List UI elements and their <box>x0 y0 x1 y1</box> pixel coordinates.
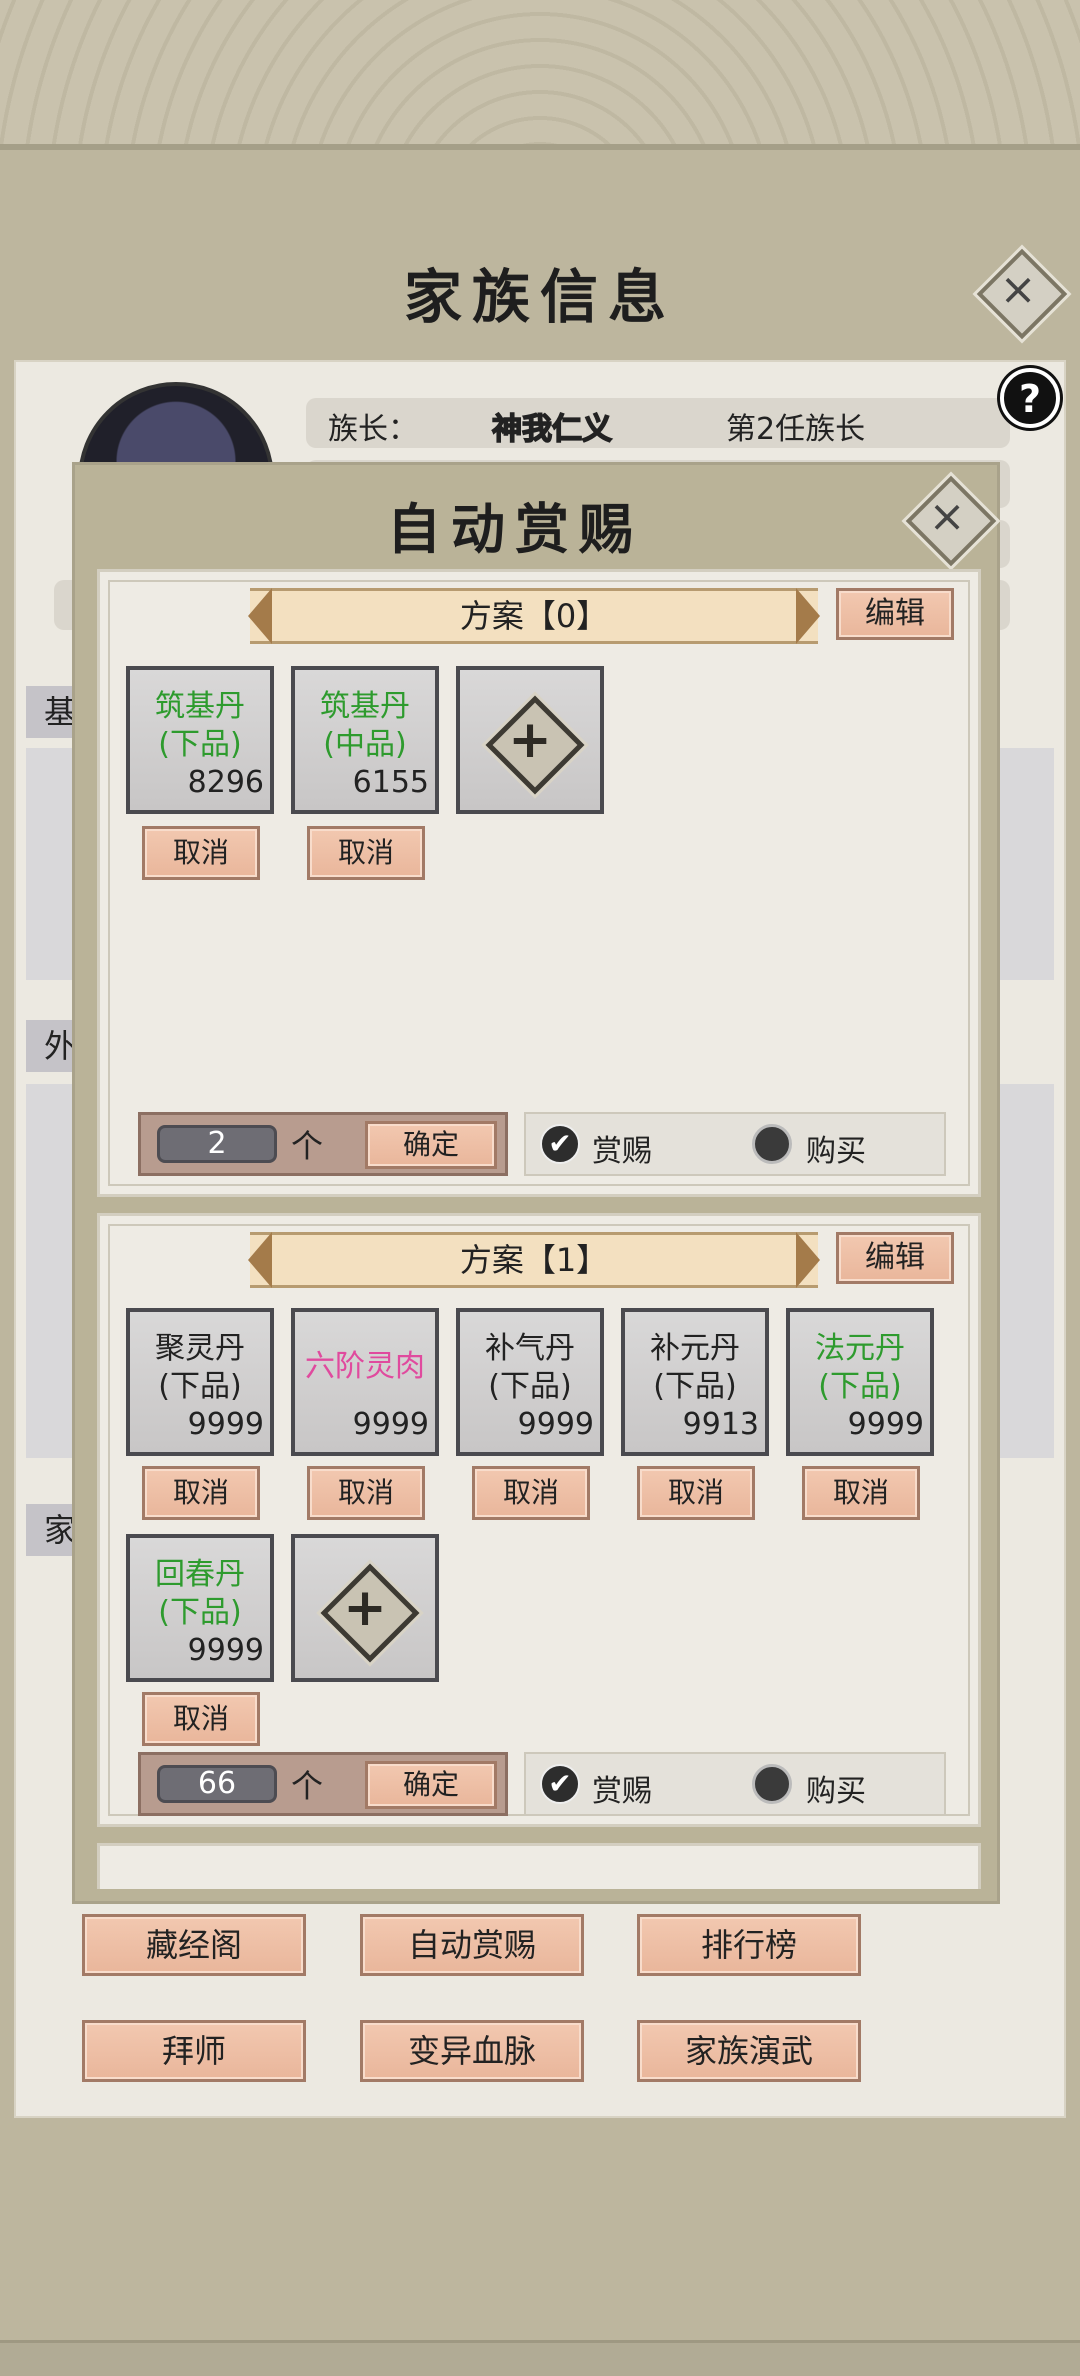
arrow-left-icon <box>248 1232 272 1288</box>
item-name: 筑基丹 (下品) <box>155 689 245 762</box>
item-slot[interactable]: 法元丹 (下品) 9999 <box>786 1308 934 1456</box>
cancel-button[interactable]: 取消 <box>637 1466 755 1520</box>
item-count: 9999 <box>187 1407 264 1442</box>
item-name: 法元丹 (下品) <box>815 1331 905 1404</box>
leader-name: 神我仁义 <box>491 411 613 448</box>
buy-label: 购买 <box>806 1134 866 1169</box>
plus-icon: + <box>343 1578 387 1638</box>
item-count: 9913 <box>682 1407 759 1442</box>
scheme-0-banner: 方案【0】 <box>248 588 820 644</box>
cancel-button[interactable]: 取消 <box>142 1466 260 1520</box>
quantity-unit: 个 <box>291 1127 324 1165</box>
scheme-1-banner: 方案【1】 <box>248 1232 820 1288</box>
quantity-input[interactable]: 66 <box>157 1765 277 1803</box>
scheme-1-edit-button[interactable]: 编辑 <box>836 1232 954 1284</box>
leader-row: 族长： 神我仁义 第2任族长 <box>306 398 1010 448</box>
bloodline-button[interactable]: 变异血脉 <box>360 2020 584 2082</box>
add-item-button[interactable]: + <box>291 1534 439 1682</box>
scheme-card-1: 方案【1】 编辑 聚灵丹 (下品) 9999 取消 六阶灵肉 9999 取消 补气… <box>97 1213 981 1827</box>
leader-label: 族长： <box>328 412 418 447</box>
item-count: 6155 <box>352 765 429 800</box>
item-slot[interactable]: 回春丹 (下品) 9999 <box>126 1534 274 1682</box>
reward-label: 赏赐 <box>592 1774 652 1809</box>
arrow-right-icon <box>796 588 820 644</box>
close-icon: × <box>928 491 966 542</box>
item-name: 六阶灵肉 <box>305 1349 425 1384</box>
confirm-button[interactable]: 确定 <box>365 1761 497 1809</box>
auto-reward-button[interactable]: 自动赏赐 <box>360 1914 584 1976</box>
quantity-bar: 66 个 确定 <box>138 1752 508 1816</box>
item-name: 补气丹 (下品) <box>485 1331 575 1404</box>
apprentice-button[interactable]: 拜师 <box>82 2020 306 2082</box>
item-slot[interactable]: 六阶灵肉 9999 <box>291 1308 439 1456</box>
item-slot[interactable]: 聚灵丹 (下品) 9999 <box>126 1308 274 1456</box>
cancel-button[interactable]: 取消 <box>142 1692 260 1746</box>
ranking-button[interactable]: 排行榜 <box>637 1914 861 1976</box>
martial-drill-button[interactable]: 家族演武 <box>637 2020 861 2082</box>
reward-label: 赏赐 <box>592 1134 652 1169</box>
item-slot[interactable]: 筑基丹 (中品) 6155 <box>291 666 439 814</box>
reward-checkbox[interactable]: ✔ <box>540 1764 580 1804</box>
add-item-button[interactable]: + <box>456 666 604 814</box>
mode-bar: ✔ 赏赐 购买 <box>524 1112 946 1176</box>
leader-term: 第2任族长 <box>726 412 866 447</box>
scheme-card-0: 方案【0】 编辑 筑基丹 (下品) 8296 取消 筑基丹 (中品) 6155 取消… <box>97 569 981 1197</box>
help-button[interactable]: ? <box>1000 368 1060 428</box>
item-count: 8296 <box>187 765 264 800</box>
item-slot[interactable]: 筑基丹 (下品) 8296 <box>126 666 274 814</box>
scheme-0-edit-button[interactable]: 编辑 <box>836 588 954 640</box>
arrow-left-icon <box>248 588 272 644</box>
close-icon: × <box>999 264 1037 315</box>
top-decor-band <box>0 0 1080 150</box>
library-button[interactable]: 藏经阁 <box>82 1914 306 1976</box>
item-name: 筑基丹 (中品) <box>320 689 410 762</box>
item-slot[interactable]: 补气丹 (下品) 9999 <box>456 1308 604 1456</box>
item-name: 回春丹 (下品) <box>155 1557 245 1630</box>
cancel-button[interactable]: 取消 <box>472 1466 590 1520</box>
modal-title: 自动赏赐 <box>387 497 643 561</box>
reward-checkbox[interactable]: ✔ <box>540 1124 580 1164</box>
scheme-card-2 <box>97 1843 981 1889</box>
auto-reward-modal: 自动赏赐 × 方案【0】 编辑 筑基丹 (下品) 8296 取消 筑基丹 (中品) … <box>72 462 1000 1904</box>
modal-close-button[interactable]: × <box>905 475 997 567</box>
cancel-button[interactable]: 取消 <box>307 826 425 880</box>
quantity-bar: 2 个 确定 <box>138 1112 508 1176</box>
buy-radio[interactable] <box>752 1124 792 1164</box>
cancel-button[interactable]: 取消 <box>307 1466 425 1520</box>
arrow-right-icon <box>796 1232 820 1288</box>
cancel-button[interactable]: 取消 <box>142 826 260 880</box>
buy-label: 购买 <box>806 1774 866 1809</box>
item-name: 聚灵丹 (下品) <box>155 1331 245 1404</box>
item-count: 9999 <box>187 1633 264 1668</box>
bottom-decor-band <box>0 2340 1080 2376</box>
item-slot[interactable]: 补元丹 (下品) 9913 <box>621 1308 769 1456</box>
scheme-0-label: 方案【0】 <box>459 597 609 635</box>
page-title: 家族信息 <box>403 263 676 331</box>
scheme-1-label: 方案【1】 <box>459 1241 609 1279</box>
plus-icon: + <box>508 710 552 770</box>
mode-bar: ✔ 赏赐 购买 <box>524 1752 946 1816</box>
item-count: 9999 <box>847 1407 924 1442</box>
quantity-input[interactable]: 2 <box>157 1125 277 1163</box>
family-close-button[interactable]: × <box>976 248 1068 340</box>
item-count: 9999 <box>352 1407 429 1442</box>
confirm-button[interactable]: 确定 <box>365 1121 497 1169</box>
item-count: 9999 <box>517 1407 594 1442</box>
buy-radio[interactable] <box>752 1764 792 1804</box>
cancel-button[interactable]: 取消 <box>802 1466 920 1520</box>
item-name: 补元丹 (下品) <box>650 1331 740 1404</box>
quantity-unit: 个 <box>291 1767 324 1805</box>
